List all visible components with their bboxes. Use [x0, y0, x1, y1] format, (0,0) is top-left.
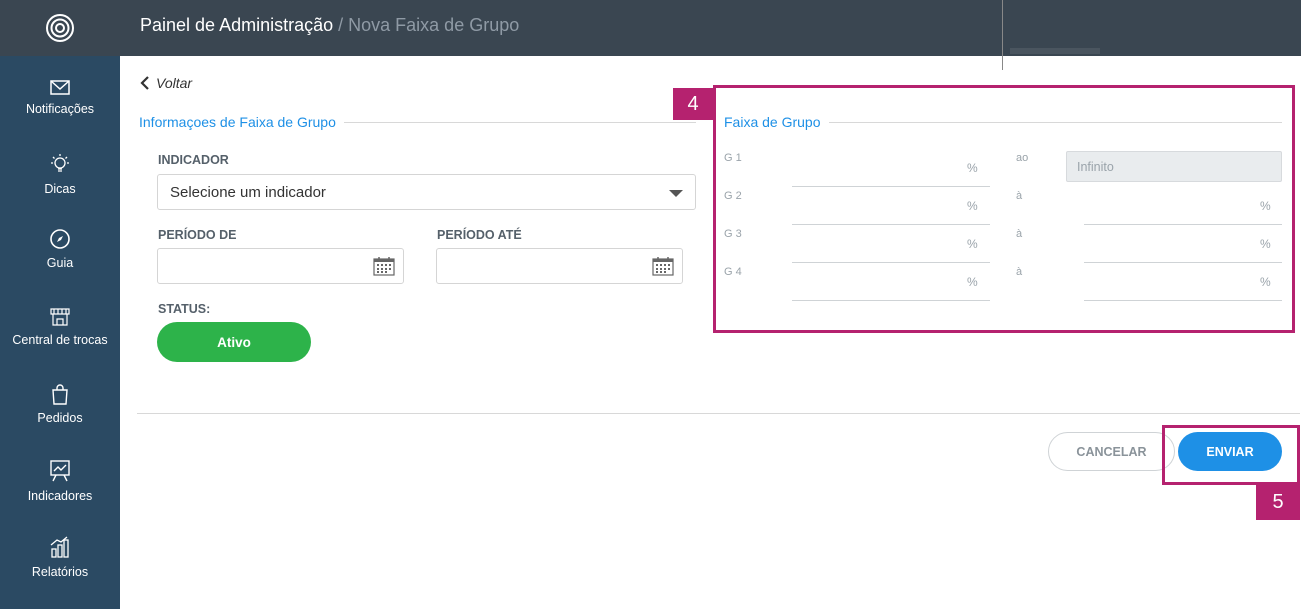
presentation-chart-icon	[50, 460, 70, 482]
sidebar-item-central-de-trocas[interactable]: Central de trocas	[0, 305, 120, 375]
calendar-icon[interactable]	[652, 256, 674, 276]
page-title[interactable]: Painel de Administração	[140, 15, 333, 35]
page-subtitle: Nova Faixa de Grupo	[348, 15, 520, 35]
sidebar-item-relatorios[interactable]: Relatórios	[0, 535, 120, 605]
top-bar: Painel de Administração / Nova Faixa de …	[120, 0, 1301, 70]
breadcrumb-separator: /	[333, 15, 349, 35]
sidebar-item-label: Central de trocas	[12, 333, 108, 347]
store-icon	[50, 308, 70, 326]
sidebar-item-label: Relatórios	[31, 565, 89, 579]
sidebar-item-label: Pedidos	[37, 411, 83, 425]
calendar-icon[interactable]	[373, 256, 395, 276]
sidebar: Notificações Dicas Guia Central de troca…	[0, 0, 120, 609]
breadcrumb: Painel de Administração / Nova Faixa de …	[140, 15, 519, 36]
period-from-input[interactable]	[157, 248, 404, 284]
sidebar-item-label: Indicadores	[27, 489, 93, 503]
compass-icon	[50, 229, 70, 249]
sidebar-item-notificacoes[interactable]: Notificações	[0, 80, 120, 150]
info-section-title: Informaçoes de Faixa de Grupo	[139, 114, 344, 130]
logo-icon	[46, 14, 74, 42]
shopping-bag-icon	[52, 384, 68, 405]
back-link-label: Voltar	[156, 75, 193, 91]
period-to-input[interactable]	[436, 248, 683, 284]
header-divider	[1002, 0, 1003, 70]
bar-chart-icon	[50, 536, 69, 558]
sidebar-item-label: Dicas	[44, 182, 76, 196]
sidebar-item-guia[interactable]: Guia	[0, 228, 120, 298]
indicator-label: INDICADOR	[158, 153, 229, 167]
form-divider	[137, 413, 1300, 414]
indicator-select-value: Selecione um indicador	[170, 184, 326, 201]
logo[interactable]	[0, 0, 120, 56]
chevron-down-icon	[669, 190, 683, 197]
header-overlay-remnant	[1010, 48, 1100, 54]
status-toggle[interactable]: Ativo	[157, 322, 311, 362]
envelope-icon	[50, 80, 70, 95]
cancel-button[interactable]: CANCELAR	[1048, 432, 1175, 471]
highlight-box-faixa	[713, 85, 1295, 333]
sidebar-item-indicadores[interactable]: Indicadores	[0, 459, 120, 529]
highlight-box-send	[1162, 425, 1300, 485]
period-from-label: PERÍODO DE	[158, 228, 237, 242]
sidebar-item-label: Notificações	[25, 102, 95, 116]
callout-number-5: 5	[1256, 485, 1300, 520]
callout-number-4: 4	[673, 88, 713, 120]
indicator-select[interactable]: Selecione um indicador	[157, 174, 696, 210]
period-to-label: PERÍODO ATÉ	[437, 228, 522, 242]
status-label: STATUS:	[158, 302, 211, 316]
sidebar-item-dicas[interactable]: Dicas	[0, 152, 120, 222]
lightbulb-icon	[51, 154, 69, 172]
sidebar-item-pedidos[interactable]: Pedidos	[0, 383, 120, 453]
back-link[interactable]: Voltar	[140, 75, 192, 91]
sidebar-item-label: Guia	[46, 256, 74, 270]
chevron-left-icon	[140, 76, 149, 90]
